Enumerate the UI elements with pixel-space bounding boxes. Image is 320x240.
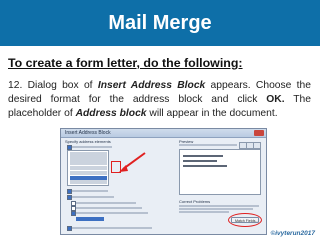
help-text-bar (179, 208, 253, 210)
checkbox-label-bar (72, 195, 114, 198)
list-item[interactable] (69, 170, 107, 175)
option-label-bar (76, 201, 136, 204)
copyright-credit: ©ivyterun2017 (270, 230, 315, 237)
help-text-bar (179, 205, 259, 207)
option-label-bar (76, 211, 148, 214)
list-item[interactable] (69, 161, 107, 166)
preview-line (183, 165, 227, 167)
help-text-bar (179, 211, 229, 213)
country-select[interactable] (76, 217, 104, 221)
page-title: Mail Merge (108, 11, 212, 34)
preview-caption-bar (179, 144, 237, 146)
checkbox-label-bar (72, 226, 152, 229)
checkbox-label-bar (72, 189, 108, 192)
next-recipient-button[interactable] (253, 142, 261, 149)
left-pane-label: Specify address elements (65, 139, 111, 144)
list-item[interactable] (69, 165, 107, 171)
address-preview (179, 149, 261, 195)
close-icon[interactable] (254, 130, 264, 136)
step-text-1: Dialog box of (27, 80, 98, 91)
correct-problems-label: Correct Problems (179, 199, 211, 204)
step-number: 12. (8, 80, 23, 91)
list-item[interactable] (69, 156, 107, 161)
step-text-2: Insert Address Block (97, 80, 206, 91)
name-format-list[interactable] (67, 150, 109, 186)
option-label-bar (76, 206, 142, 209)
step-paragraph: 12. Dialog box of Insert Address Block a… (8, 79, 311, 121)
section-heading: To create a form letter, do the followin… (8, 56, 243, 70)
list-item[interactable] (69, 151, 107, 156)
dialog-title: Insert Address Block (65, 130, 111, 136)
step-text-7: will appear in the document. (146, 108, 278, 119)
checkbox-label-bar (72, 145, 112, 148)
insert-address-block-dialog: Insert Address Block Specify address ele… (60, 128, 267, 235)
dialog-titlebar: Insert Address Block (61, 129, 266, 138)
preview-line (183, 155, 223, 157)
step-text-6: Address block (75, 108, 147, 119)
list-item-selected[interactable] (69, 175, 107, 180)
step-text-4: OK. (266, 94, 285, 105)
pointer-arrow-icon (119, 152, 146, 172)
title-banner: Mail Merge (0, 0, 320, 46)
preview-line (183, 160, 217, 162)
list-item[interactable] (69, 180, 107, 185)
highlight-ellipse (228, 213, 262, 227)
